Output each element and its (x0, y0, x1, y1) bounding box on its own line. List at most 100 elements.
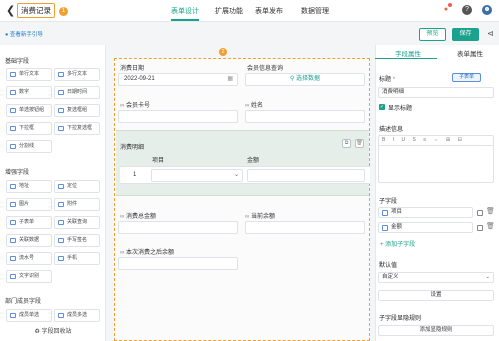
dropdown-icon (10, 126, 16, 131)
field-number[interactable]: 数字 (6, 86, 52, 99)
step-marker-1: 1 (59, 7, 68, 16)
card-input[interactable] (118, 110, 238, 123)
subform-icon (10, 220, 16, 225)
field-signature[interactable]: 手写签名 (54, 234, 100, 247)
field-checkbox-group[interactable]: 复选框组 (54, 104, 100, 117)
amount-input[interactable] (247, 169, 365, 182)
field-single-text[interactable]: 单行文本 (6, 68, 52, 81)
subfields-label: 子字段 (379, 199, 398, 205)
calendar-icon: ▦ (227, 76, 233, 82)
field-related-query[interactable]: 关联查询 (54, 216, 100, 229)
column-header-item: 项目 (152, 158, 165, 164)
field-location[interactable]: 定位 (54, 180, 100, 193)
description-label: 描述信息 (379, 127, 404, 133)
query-icon (58, 220, 64, 225)
field-radio-group[interactable]: 单选按钮组 (6, 104, 52, 117)
field-related-data[interactable]: 关联数据 (6, 234, 52, 247)
field-member-multi[interactable]: 成员多选 (54, 309, 100, 322)
chevron-down-icon: ⌄ (233, 172, 239, 178)
tab-form-props[interactable]: 表单属性 (457, 48, 483, 58)
select-data-button[interactable]: ⚲ 选择数据 (245, 73, 365, 86)
after-balance-input[interactable] (118, 257, 238, 270)
copy-icon[interactable] (477, 210, 483, 216)
balance-input[interactable] (245, 221, 365, 234)
add-subfield-button[interactable]: + 添加子字段 (380, 239, 415, 248)
subfield-item[interactable]: 项目 (378, 207, 473, 218)
notification-dot (448, 3, 452, 7)
guide-link[interactable]: ● 查看新手引导 (5, 30, 43, 38)
field-phone[interactable]: 手机 (54, 252, 100, 265)
show-title-checkbox[interactable]: ✓ (379, 104, 385, 110)
form-canvas (114, 58, 370, 341)
preview-button[interactable]: 预览 (419, 28, 446, 41)
checkbox-icon (58, 108, 64, 113)
total-input[interactable] (118, 221, 238, 234)
help-icon[interactable]: ? (462, 5, 472, 15)
link-icon (10, 238, 16, 243)
subfield-amount[interactable]: 金额 (378, 222, 473, 233)
radio-icon (10, 108, 16, 113)
image-icon (10, 202, 16, 207)
text-icon (382, 210, 388, 216)
chevron-down-icon: ⌄ (485, 274, 490, 280)
editor-toolbar-icons[interactable]: B I U S ≡ ⇔ ⊞ ⊟ (382, 137, 465, 143)
share-icon[interactable]: ⊲ (487, 29, 494, 38)
delete-icon[interactable]: 🗑 (486, 222, 495, 230)
step-marker-2: 2 (219, 48, 227, 56)
field-recycle-bin[interactable]: ♻ 字段回收站 (0, 326, 106, 335)
date-label: 消费日期 (120, 66, 145, 72)
date-input[interactable]: 2022-09-21 ▦ (118, 73, 238, 86)
field-datetime[interactable]: 日期时间 (54, 86, 100, 99)
tab-data-manage[interactable]: 数据管理 (301, 6, 329, 16)
add-rule-button[interactable]: 添加显隐规则 (378, 325, 494, 336)
field-subform[interactable]: 子表单 (6, 216, 52, 229)
phone-icon (58, 256, 64, 261)
delete-icon[interactable]: 🗑 (355, 139, 364, 148)
serial-icon (10, 256, 16, 261)
field-serial-number[interactable]: 流水号 (6, 252, 52, 265)
back-arrow-icon[interactable]: ❮ (6, 5, 16, 17)
address-icon (10, 184, 16, 189)
field-ocr[interactable]: 文字识别 (6, 270, 52, 283)
calendar-icon (58, 90, 64, 95)
save-button[interactable]: 保存 (452, 28, 479, 41)
section-basic: 基础字段 (5, 59, 30, 65)
tab-publish[interactable]: 表单发布 (255, 6, 283, 16)
name-input[interactable] (245, 110, 365, 123)
user-avatar[interactable]: ☻ (482, 5, 492, 15)
total-label: ∞ 消费总金额 (120, 214, 156, 220)
card-label: ∞ 会员卡号 (120, 103, 150, 109)
copy-icon[interactable] (477, 225, 483, 231)
signature-icon (58, 238, 64, 243)
item-select[interactable]: ⌄ (151, 169, 243, 182)
show-title-label: 显示标题 (388, 106, 413, 112)
title-label: 标题 * (379, 77, 396, 83)
field-image[interactable]: 图片 (6, 198, 52, 211)
settings-button[interactable]: 设置 (378, 290, 494, 301)
field-attachment[interactable]: 附件 (54, 198, 100, 211)
record-title[interactable]: 消费记录 (17, 3, 55, 18)
field-divider[interactable]: 分割线 (6, 140, 52, 153)
tab-form-design[interactable]: 表单设计 (171, 6, 199, 16)
subform-tag: 子表单 (452, 73, 481, 82)
copy-icon[interactable]: ⧉ (342, 139, 351, 148)
default-label: 默认值 (379, 263, 398, 269)
field-address[interactable]: 地址 (6, 180, 52, 193)
row-index: 1 (133, 172, 137, 178)
number-icon (10, 90, 16, 95)
field-dropdown[interactable]: 下拉框 (6, 122, 52, 135)
field-multi-text[interactable]: 多行文本 (54, 68, 100, 81)
divider-icon (10, 144, 16, 149)
ocr-icon (10, 274, 16, 279)
default-select[interactable]: 自定义 ⌄ (378, 272, 494, 283)
tab-extend[interactable]: 扩展功能 (215, 6, 243, 16)
detail-label: 消费明细 (120, 145, 145, 151)
tab-field-props[interactable]: 字段属性 (395, 48, 421, 58)
title-input[interactable]: 消费明细 (378, 87, 494, 98)
field-dropdown-multi[interactable]: 下拉复选框 (54, 122, 100, 135)
number-icon (382, 225, 388, 231)
delete-icon[interactable]: 🗑 (486, 207, 495, 215)
textarea-icon (58, 72, 64, 77)
active-tab-indicator (375, 58, 437, 59)
field-member-single[interactable]: 成员单选 (6, 309, 52, 322)
